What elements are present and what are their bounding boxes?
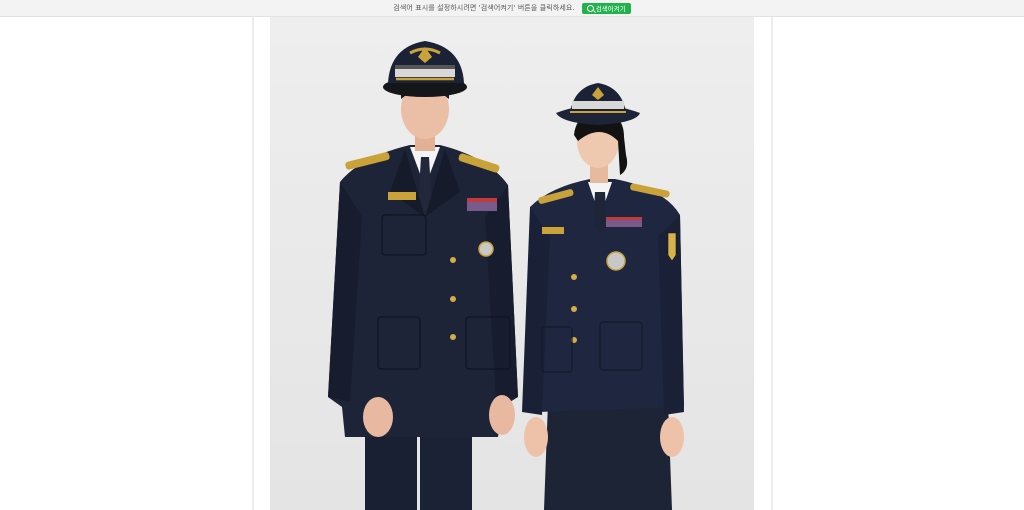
notice-bar: 검색어 표시를 설정하시려면 '검색어켜기' 버튼을 클릭하세요. 검색어켜기 — [0, 0, 1024, 17]
female-officer — [522, 83, 684, 510]
search-toggle-button[interactable]: 검색어켜기 — [581, 2, 631, 14]
male-officer — [328, 41, 518, 510]
police-uniform-photo — [270, 17, 754, 510]
search-icon — [586, 4, 594, 12]
notice-message: 검색어 표시를 설정하시려면 '검색어켜기' 버튼을 클릭하세요. — [393, 4, 575, 12]
search-toggle-label: 검색어켜기 — [595, 5, 626, 13]
